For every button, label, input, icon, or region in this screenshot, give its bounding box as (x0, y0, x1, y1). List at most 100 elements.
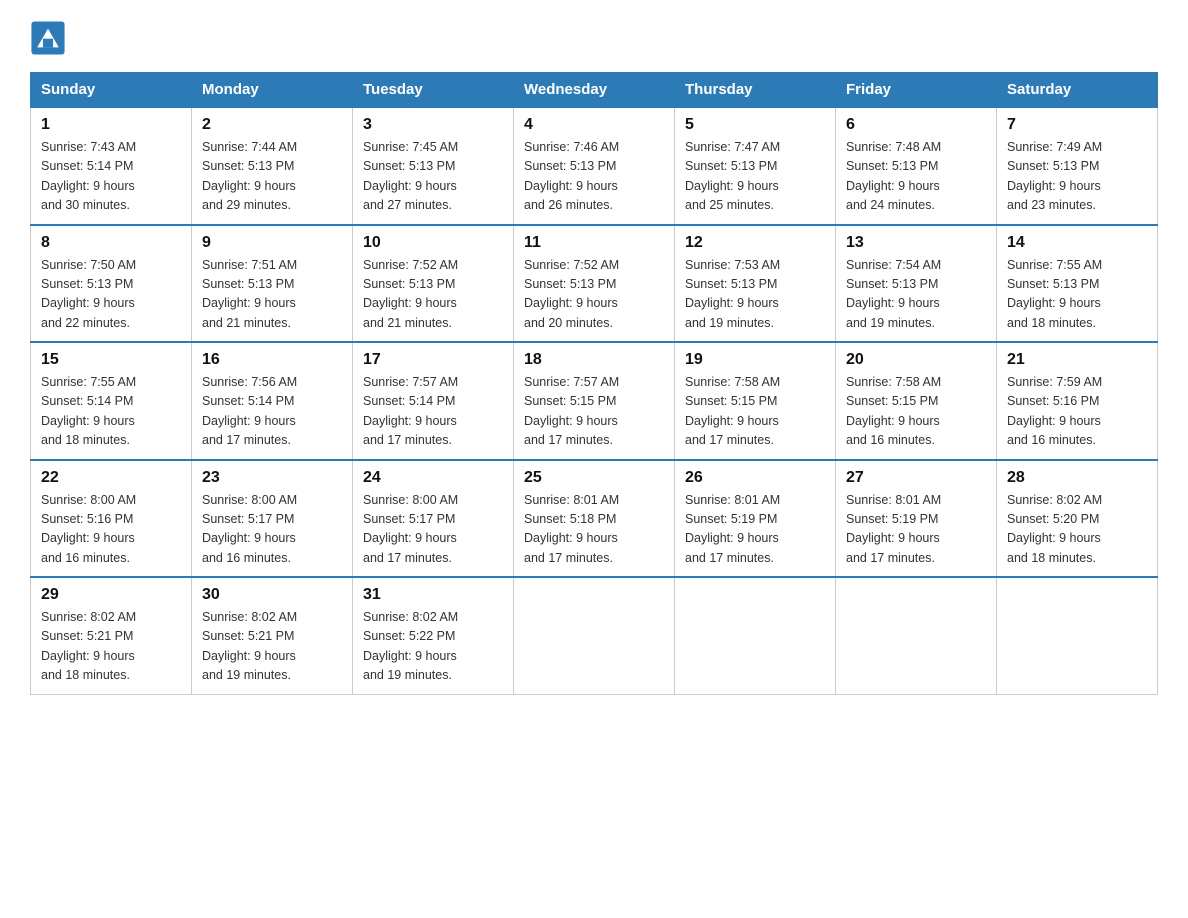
day-info: Sunrise: 7:52 AMSunset: 5:13 PMDaylight:… (524, 256, 664, 334)
calendar-cell (514, 577, 675, 694)
day-info: Sunrise: 7:58 AMSunset: 5:15 PMDaylight:… (685, 373, 825, 451)
day-number: 27 (846, 469, 986, 487)
day-info: Sunrise: 7:50 AMSunset: 5:13 PMDaylight:… (41, 256, 181, 334)
day-info: Sunrise: 8:02 AMSunset: 5:22 PMDaylight:… (363, 608, 503, 686)
day-number: 18 (524, 351, 664, 369)
logo-icon (30, 20, 66, 56)
day-info: Sunrise: 7:44 AMSunset: 5:13 PMDaylight:… (202, 138, 342, 216)
calendar-cell: 24Sunrise: 8:00 AMSunset: 5:17 PMDayligh… (353, 460, 514, 578)
logo (30, 20, 68, 56)
calendar-cell: 18 Sunrise: 7:57 AMSunset: 5:15 PMDayligh… (514, 342, 675, 460)
day-number: 17 (363, 351, 503, 369)
calendar-cell: 11 Sunrise: 7:52 AMSunset: 5:13 PMDayligh… (514, 225, 675, 343)
day-info: Sunrise: 7:52 AMSunset: 5:13 PMDaylight:… (363, 256, 503, 334)
calendar-cell: 6 Sunrise: 7:48 AMSunset: 5:13 PMDaylight… (836, 107, 997, 225)
calendar-body: 1Sunrise: 7:43 AMSunset: 5:14 PMDaylight… (31, 107, 1158, 694)
day-info: Sunrise: 7:48 AMSunset: 5:13 PMDaylight:… (846, 138, 986, 216)
day-number: 13 (846, 234, 986, 252)
day-number: 22 (41, 469, 181, 487)
day-number: 20 (846, 351, 986, 369)
calendar-cell: 19Sunrise: 7:58 AMSunset: 5:15 PMDayligh… (675, 342, 836, 460)
day-number: 28 (1007, 469, 1147, 487)
calendar-cell: 27 Sunrise: 8:01 AMSunset: 5:19 PMDayligh… (836, 460, 997, 578)
calendar-cell: 9 Sunrise: 7:51 AMSunset: 5:13 PMDaylight… (192, 225, 353, 343)
calendar-cell: 4Sunrise: 7:46 AMSunset: 5:13 PMDaylight… (514, 107, 675, 225)
day-number: 21 (1007, 351, 1147, 369)
day-info: Sunrise: 7:57 AMSunset: 5:14 PMDaylight:… (363, 373, 503, 451)
day-number: 10 (363, 234, 503, 252)
day-number: 30 (202, 586, 342, 604)
day-info: Sunrise: 8:02 AMSunset: 5:20 PMDaylight:… (1007, 491, 1147, 569)
calendar-header: SundayMondayTuesdayWednesdayThursdayFrid… (31, 73, 1158, 108)
header-day-friday: Friday (836, 73, 997, 108)
day-number: 14 (1007, 234, 1147, 252)
calendar-cell: 10 Sunrise: 7:52 AMSunset: 5:13 PMDayligh… (353, 225, 514, 343)
day-info: Sunrise: 7:43 AMSunset: 5:14 PMDaylight:… (41, 138, 181, 216)
day-number: 15 (41, 351, 181, 369)
day-number: 3 (363, 116, 503, 134)
calendar-cell: 13 Sunrise: 7:54 AMSunset: 5:13 PMDayligh… (836, 225, 997, 343)
day-info: Sunrise: 7:54 AMSunset: 5:13 PMDaylight:… (846, 256, 986, 334)
calendar-cell: 5 Sunrise: 7:47 AMSunset: 5:13 PMDaylight… (675, 107, 836, 225)
day-number: 31 (363, 586, 503, 604)
calendar-cell: 30 Sunrise: 8:02 AMSunset: 5:21 PMDayligh… (192, 577, 353, 694)
day-info: Sunrise: 7:51 AMSunset: 5:13 PMDaylight:… (202, 256, 342, 334)
day-number: 12 (685, 234, 825, 252)
day-number: 5 (685, 116, 825, 134)
day-info: Sunrise: 8:01 AMSunset: 5:19 PMDaylight:… (846, 491, 986, 569)
day-info: Sunrise: 7:45 AMSunset: 5:13 PMDaylight:… (363, 138, 503, 216)
day-info: Sunrise: 8:01 AMSunset: 5:19 PMDaylight:… (685, 491, 825, 569)
calendar-cell (997, 577, 1158, 694)
calendar-cell: 17 Sunrise: 7:57 AMSunset: 5:14 PMDayligh… (353, 342, 514, 460)
header-day-tuesday: Tuesday (353, 73, 514, 108)
day-info: Sunrise: 7:56 AMSunset: 5:14 PMDaylight:… (202, 373, 342, 451)
week-row-1: 1Sunrise: 7:43 AMSunset: 5:14 PMDaylight… (31, 107, 1158, 225)
calendar-cell: 29 Sunrise: 8:02 AMSunset: 5:21 PMDayligh… (31, 577, 192, 694)
calendar-cell (675, 577, 836, 694)
day-info: Sunrise: 7:53 AMSunset: 5:13 PMDaylight:… (685, 256, 825, 334)
day-number: 9 (202, 234, 342, 252)
day-number: 2 (202, 116, 342, 134)
calendar-cell: 23Sunrise: 8:00 AMSunset: 5:17 PMDayligh… (192, 460, 353, 578)
day-info: Sunrise: 7:57 AMSunset: 5:15 PMDaylight:… (524, 373, 664, 451)
calendar-table: SundayMondayTuesdayWednesdayThursdayFrid… (30, 72, 1158, 695)
day-number: 7 (1007, 116, 1147, 134)
day-number: 16 (202, 351, 342, 369)
calendar-cell (836, 577, 997, 694)
day-info: Sunrise: 7:59 AMSunset: 5:16 PMDaylight:… (1007, 373, 1147, 451)
header-day-wednesday: Wednesday (514, 73, 675, 108)
week-row-4: 22 Sunrise: 8:00 AMSunset: 5:16 PMDayligh… (31, 460, 1158, 578)
page-header (30, 20, 1158, 56)
calendar-cell: 20 Sunrise: 7:58 AMSunset: 5:15 PMDayligh… (836, 342, 997, 460)
calendar-cell: 15 Sunrise: 7:55 AMSunset: 5:14 PMDayligh… (31, 342, 192, 460)
day-number: 6 (846, 116, 986, 134)
calendar-cell: 8 Sunrise: 7:50 AMSunset: 5:13 PMDaylight… (31, 225, 192, 343)
header-day-sunday: Sunday (31, 73, 192, 108)
day-info: Sunrise: 7:55 AMSunset: 5:13 PMDaylight:… (1007, 256, 1147, 334)
calendar-cell: 7Sunrise: 7:49 AMSunset: 5:13 PMDaylight… (997, 107, 1158, 225)
calendar-cell: 12 Sunrise: 7:53 AMSunset: 5:13 PMDayligh… (675, 225, 836, 343)
day-info: Sunrise: 8:02 AMSunset: 5:21 PMDaylight:… (41, 608, 181, 686)
week-row-3: 15 Sunrise: 7:55 AMSunset: 5:14 PMDayligh… (31, 342, 1158, 460)
calendar-cell: 14 Sunrise: 7:55 AMSunset: 5:13 PMDayligh… (997, 225, 1158, 343)
calendar-cell: 21 Sunrise: 7:59 AMSunset: 5:16 PMDayligh… (997, 342, 1158, 460)
day-number: 29 (41, 586, 181, 604)
day-info: Sunrise: 7:58 AMSunset: 5:15 PMDaylight:… (846, 373, 986, 451)
day-info: Sunrise: 7:55 AMSunset: 5:14 PMDaylight:… (41, 373, 181, 451)
header-day-monday: Monday (192, 73, 353, 108)
calendar-cell: 2 Sunrise: 7:44 AMSunset: 5:13 PMDaylight… (192, 107, 353, 225)
day-number: 24 (363, 469, 503, 487)
day-info: Sunrise: 8:01 AMSunset: 5:18 PMDaylight:… (524, 491, 664, 569)
week-row-5: 29 Sunrise: 8:02 AMSunset: 5:21 PMDayligh… (31, 577, 1158, 694)
day-info: Sunrise: 8:00 AMSunset: 5:16 PMDaylight:… (41, 491, 181, 569)
calendar-cell: 16 Sunrise: 7:56 AMSunset: 5:14 PMDayligh… (192, 342, 353, 460)
day-number: 23 (202, 469, 342, 487)
day-info: Sunrise: 8:02 AMSunset: 5:21 PMDaylight:… (202, 608, 342, 686)
calendar-cell: 3 Sunrise: 7:45 AMSunset: 5:13 PMDaylight… (353, 107, 514, 225)
day-info: Sunrise: 7:46 AMSunset: 5:13 PMDaylight:… (524, 138, 664, 216)
day-info: Sunrise: 7:47 AMSunset: 5:13 PMDaylight:… (685, 138, 825, 216)
day-number: 11 (524, 234, 664, 252)
day-number: 8 (41, 234, 181, 252)
day-number: 25 (524, 469, 664, 487)
calendar-cell: 1Sunrise: 7:43 AMSunset: 5:14 PMDaylight… (31, 107, 192, 225)
